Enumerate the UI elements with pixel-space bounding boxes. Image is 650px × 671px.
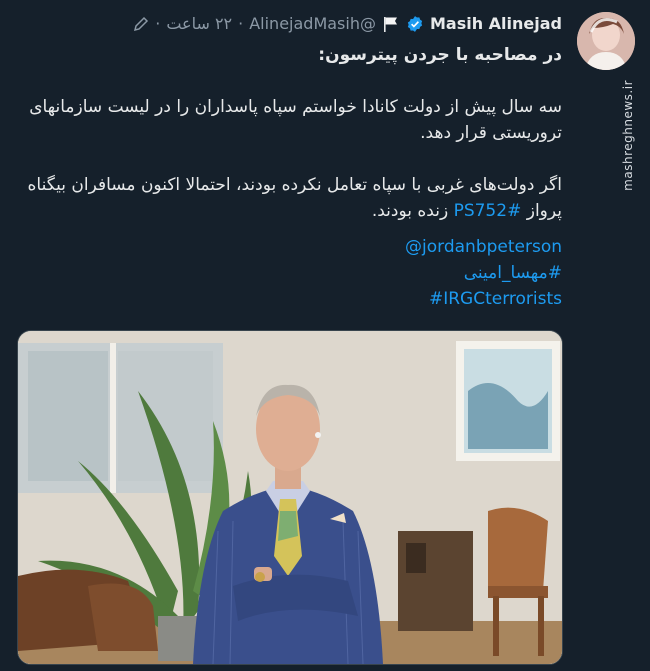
avatar[interactable] [577,12,635,70]
author-name[interactable]: Masih Alinejad [430,14,562,33]
tweet-header: Masih Alinejad @AlinejadMasih · ۲۲ ساعت … [133,14,562,33]
author-handle[interactable]: @AlinejadMasih [249,14,376,33]
watermark: mashreghnews.ir [620,70,636,200]
verified-badge-icon [407,15,423,32]
tweet-timestamp[interactable]: ۲۲ ساعت [166,14,232,33]
interview-photo [18,331,562,664]
hashtag-irgc-terrorists[interactable]: #IRGCterrorists [22,286,562,312]
white-flag-icon [383,16,397,32]
tweet-card: mashreghnews.ir Masih Alinejad @Alinejad… [0,0,650,671]
tweet-tags: @jordanbpeterson #مهسا_امینی #IRGCterror… [22,234,562,312]
tweet-intro: در مصاحبه با جردن پیترسون: [318,45,562,65]
tweet-body: در مصاحبه با جردن پیترسون: سه سال پیش از… [22,42,563,312]
tweet-paragraph-2: اگر دولت‌های غربی با سپاه تعامل نکرده بو… [22,172,563,224]
hashtag-mahsa-amini[interactable]: #مهسا_امینی [22,260,562,286]
separator-dot-2: · [155,14,161,33]
paragraph-2-text-after: زنده بودند. [371,201,449,221]
hashtag-ps752[interactable]: #PS752 [454,201,522,221]
watermark-text: mashreghnews.ir [621,79,635,191]
mention-jordanbpeterson[interactable]: @jordanbpeterson [22,234,562,260]
tweet-paragraph-1: سه سال پیش از دولت کانادا خواستم سپاه پا… [29,97,562,143]
tweet-media-image[interactable] [17,330,563,665]
pencil-edit-icon[interactable] [133,16,149,32]
separator-dot: · [238,14,244,33]
